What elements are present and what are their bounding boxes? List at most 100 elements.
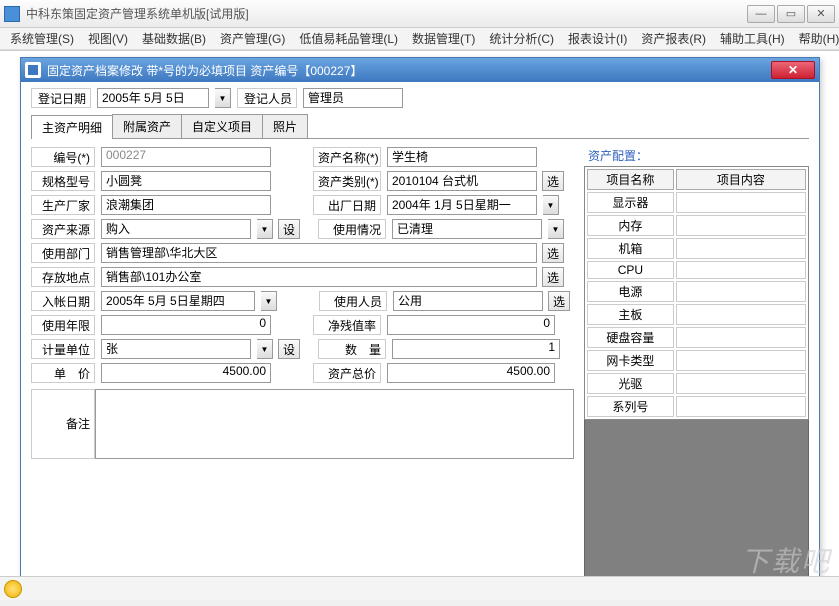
menubar: 系统管理(S) 视图(V) 基础数据(B) 资产管理(G) 低值易耗品管理(L)… xyxy=(0,28,839,50)
spec-input[interactable]: 小圆凳 xyxy=(101,171,271,191)
status-label: 使用情况 xyxy=(318,219,386,239)
config-row[interactable]: 网卡类型 xyxy=(587,350,674,371)
source-set-button[interactable]: 设 xyxy=(278,219,300,239)
type-label: 资产类别(*) xyxy=(313,171,381,191)
config-row[interactable]: 显示器 xyxy=(587,192,674,213)
menu-assetreport[interactable]: 资产报表(R) xyxy=(635,28,712,49)
dialog-title: 固定资产档案修改 带*号的为必填项目 资产编号【000227】 xyxy=(47,62,771,79)
workspace: 固定资产档案修改 带*号的为必填项目 资产编号【000227】 ✕ 登记日期 2… xyxy=(0,50,839,600)
tab-custom[interactable]: 自定义项目 xyxy=(181,114,263,138)
price-input[interactable]: 4500.00 xyxy=(101,363,271,383)
loc-input[interactable]: 销售部\101办公室 xyxy=(101,267,537,287)
config-row[interactable]: 系列号 xyxy=(587,396,674,417)
type-input[interactable]: 2010104 台式机 xyxy=(387,171,537,191)
tab-sub-asset[interactable]: 附属资产 xyxy=(112,114,182,138)
outdate-input[interactable]: 2004年 1月 5日星期一 xyxy=(387,195,537,215)
reg-date-dropdown-icon[interactable]: ▼ xyxy=(215,88,231,108)
menu-basedata[interactable]: 基础数据(B) xyxy=(136,28,212,49)
years-input[interactable]: 0 xyxy=(101,315,271,335)
unit-set-button[interactable]: 设 xyxy=(278,339,300,359)
total-label: 资产总价 xyxy=(313,363,381,383)
maximize-button[interactable]: ▭ xyxy=(777,5,805,23)
reg-person-input[interactable]: 管理员 xyxy=(303,88,403,108)
source-label: 资产来源 xyxy=(31,219,95,239)
menu-tools[interactable]: 辅助工具(H) xyxy=(714,28,791,49)
price-label: 单 价 xyxy=(31,363,95,383)
close-button[interactable]: ✕ xyxy=(807,5,835,23)
dept-select-button[interactable]: 选 xyxy=(542,243,564,263)
reg-person-label: 登记人员 xyxy=(237,88,297,108)
config-table: 项目名称 项目内容 显示器 内存 机箱 CPU 电源 主板 硬盘容量 网卡类型 … xyxy=(584,166,809,420)
indate-input[interactable]: 2005年 5月 5日星期四 xyxy=(101,291,255,311)
type-select-button[interactable]: 选 xyxy=(542,171,564,191)
residual-label: 净残值率 xyxy=(313,315,381,335)
window-title: 中科东策固定资产管理系统单机版[试用版] xyxy=(26,5,747,22)
status-dropdown-icon[interactable]: ▼ xyxy=(548,219,564,239)
unit-dropdown-icon[interactable]: ▼ xyxy=(257,339,273,359)
statusbar xyxy=(0,576,839,600)
app-icon xyxy=(4,6,20,22)
qty-label: 数 量 xyxy=(318,339,386,359)
config-row[interactable]: 机箱 xyxy=(587,238,674,259)
residual-input[interactable]: 0 xyxy=(387,315,555,335)
asset-edit-dialog: 固定资产档案修改 带*号的为必填项目 资产编号【000227】 ✕ 登记日期 2… xyxy=(20,57,820,577)
window-titlebar: 中科东策固定资产管理系统单机版[试用版] — ▭ ✕ xyxy=(0,0,839,28)
menu-view[interactable]: 视图(V) xyxy=(82,28,134,49)
tab-bar: 主资产明细 附属资产 自定义项目 照片 xyxy=(31,114,809,139)
source-dropdown-icon[interactable]: ▼ xyxy=(257,219,273,239)
config-row[interactable]: 光驱 xyxy=(587,373,674,394)
spec-label: 规格型号 xyxy=(31,171,95,191)
user-input[interactable]: 公用 xyxy=(393,291,543,311)
user-label: 使用人员 xyxy=(319,291,387,311)
name-input[interactable]: 学生椅 xyxy=(387,147,537,167)
dept-label: 使用部门 xyxy=(31,243,95,263)
tab-main-detail[interactable]: 主资产明细 xyxy=(31,115,113,139)
menu-data[interactable]: 数据管理(T) xyxy=(406,28,481,49)
dialog-icon xyxy=(25,62,41,78)
config-empty-area xyxy=(584,420,809,600)
unit-label: 计量单位 xyxy=(31,339,95,359)
remark-textarea[interactable] xyxy=(95,389,574,459)
menu-reportdesign[interactable]: 报表设计(I) xyxy=(562,28,633,49)
config-head-name: 项目名称 xyxy=(587,169,674,190)
config-row[interactable]: 硬盘容量 xyxy=(587,327,674,348)
indate-label: 入帐日期 xyxy=(31,291,95,311)
loc-select-button[interactable]: 选 xyxy=(542,267,564,287)
indate-dropdown-icon[interactable]: ▼ xyxy=(261,291,277,311)
config-row[interactable]: 主板 xyxy=(587,304,674,325)
smiley-icon[interactable] xyxy=(4,580,22,598)
remark-label: 备注 xyxy=(31,389,95,459)
outdate-dropdown-icon[interactable]: ▼ xyxy=(543,195,559,215)
code-label: 编号(*) xyxy=(31,147,95,167)
total-input[interactable]: 4500.00 xyxy=(387,363,555,383)
qty-input[interactable]: 1 xyxy=(392,339,560,359)
code-input[interactable]: 000227 xyxy=(101,147,271,167)
reg-date-label: 登记日期 xyxy=(31,88,91,108)
minimize-button[interactable]: — xyxy=(747,5,775,23)
config-head-content: 项目内容 xyxy=(676,169,806,190)
tab-photo[interactable]: 照片 xyxy=(262,114,308,138)
source-input[interactable]: 购入 xyxy=(101,219,251,239)
status-input[interactable]: 已清理 xyxy=(392,219,542,239)
years-label: 使用年限 xyxy=(31,315,95,335)
menu-consumable[interactable]: 低值易耗品管理(L) xyxy=(293,28,404,49)
maker-label: 生产厂家 xyxy=(31,195,95,215)
config-row[interactable]: CPU xyxy=(587,261,674,279)
config-row[interactable]: 内存 xyxy=(587,215,674,236)
menu-system[interactable]: 系统管理(S) xyxy=(4,28,80,49)
dept-input[interactable]: 销售管理部\华北大区 xyxy=(101,243,537,263)
maker-input[interactable]: 浪潮集团 xyxy=(101,195,271,215)
dialog-titlebar: 固定资产档案修改 带*号的为必填项目 资产编号【000227】 ✕ xyxy=(21,58,819,82)
dialog-close-button[interactable]: ✕ xyxy=(771,61,815,79)
user-select-button[interactable]: 选 xyxy=(548,291,570,311)
reg-date-input[interactable]: 2005年 5月 5日 xyxy=(97,88,209,108)
menu-help[interactable]: 帮助(H) xyxy=(793,28,839,49)
loc-label: 存放地点 xyxy=(31,267,95,287)
menu-asset[interactable]: 资产管理(G) xyxy=(214,28,291,49)
outdate-label: 出厂日期 xyxy=(313,195,381,215)
unit-input[interactable]: 张 xyxy=(101,339,251,359)
config-row[interactable]: 电源 xyxy=(587,281,674,302)
name-label: 资产名称(*) xyxy=(313,147,381,167)
menu-stats[interactable]: 统计分析(C) xyxy=(483,28,560,49)
config-title: 资产配置： xyxy=(584,147,809,164)
